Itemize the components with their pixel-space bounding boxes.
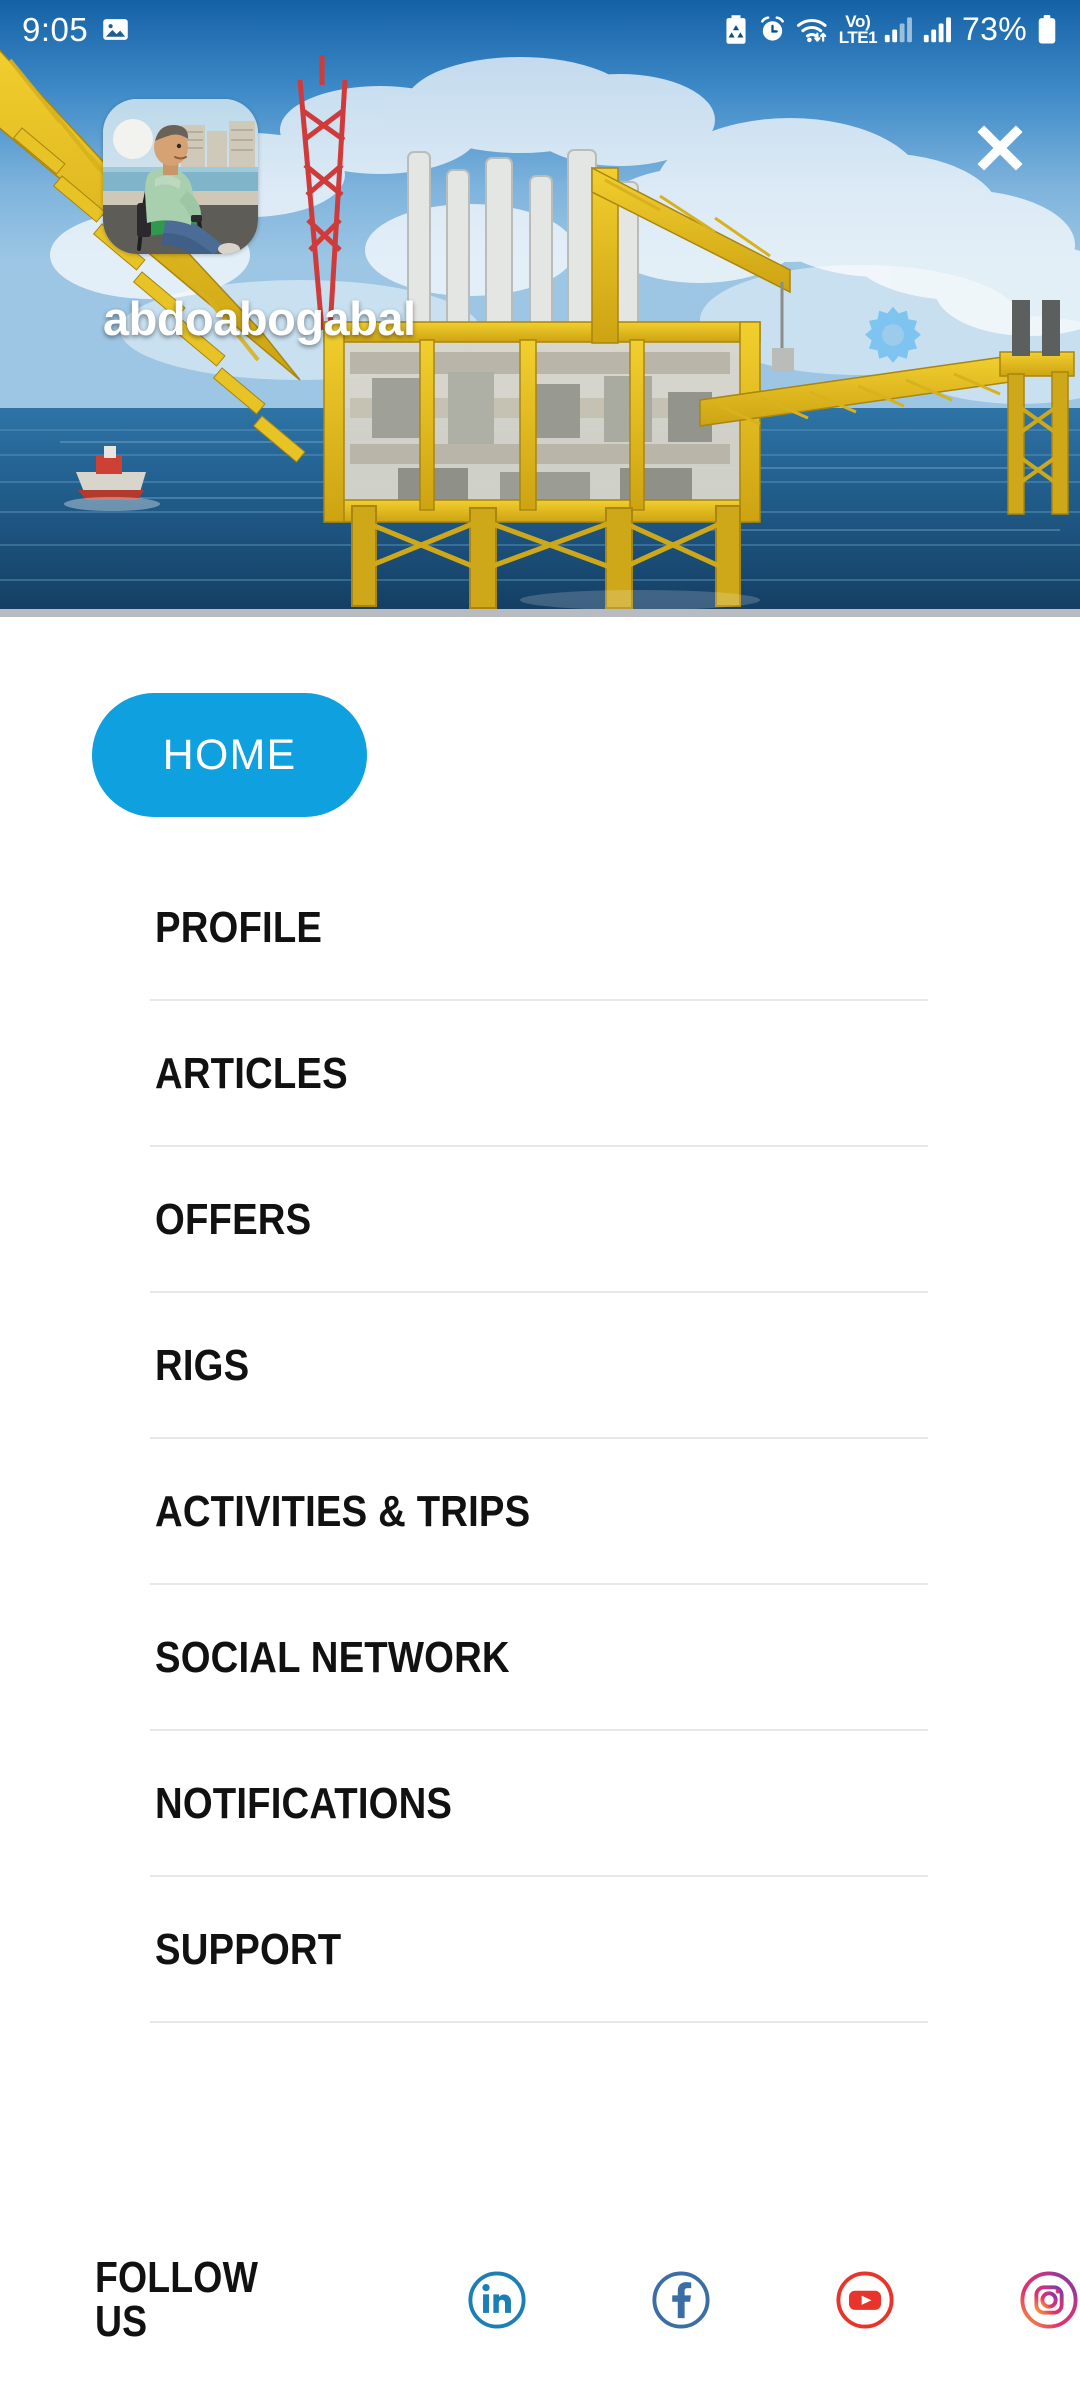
volte-top-label: Vo): [845, 11, 871, 31]
battery-saver-icon: [726, 14, 746, 44]
social-links: [466, 2269, 1080, 2331]
menu-item-home[interactable]: HOME: [92, 693, 367, 817]
menu-item-rigs-label: RIGS: [155, 1341, 250, 1390]
menu-item-profile[interactable]: PROFILE: [0, 855, 1080, 1001]
gallery-icon: [103, 18, 129, 40]
close-button[interactable]: [962, 110, 1038, 186]
hero-divider: [0, 609, 1080, 617]
menu-item-offers-label: OFFERS: [155, 1195, 312, 1244]
settings-button[interactable]: [858, 300, 928, 370]
volte-indicator: Vo) LTE1: [838, 11, 878, 47]
wifi-icon: [796, 18, 827, 42]
menu-item-home-label: HOME: [162, 730, 297, 779]
linkedin-link[interactable]: [466, 2269, 528, 2331]
menu-list: PROFILE ARTICLES OFFERS RIGS ACTIVITIES …: [0, 855, 1080, 2023]
username-label: abdoabogabal: [103, 292, 416, 345]
facebook-icon: [652, 2271, 710, 2329]
menu-item-notifications-label: NOTIFICATIONS: [155, 1779, 453, 1828]
gear-icon: [865, 306, 921, 363]
menu-item-rigs[interactable]: RIGS: [0, 1293, 1080, 1439]
menu-item-articles[interactable]: ARTICLES: [0, 1001, 1080, 1147]
menu-item-social-network[interactable]: SOCIAL NETWORK: [0, 1585, 1080, 1731]
youtube-link[interactable]: [834, 2269, 896, 2331]
instagram-icon: [1020, 2271, 1078, 2329]
battery-icon: [1038, 14, 1056, 43]
status-bar-left: 9:05: [22, 13, 131, 46]
status-bar: 9:05 Vo) LTE1 73%: [0, 0, 1080, 58]
menu-item-support[interactable]: SUPPORT: [0, 1877, 1080, 2023]
menu-item-activities-trips[interactable]: ACTIVITIES & TRIPS: [0, 1439, 1080, 1585]
avatar-photo: [103, 99, 258, 254]
close-icon: [977, 125, 1023, 171]
menu-item-articles-label: ARTICLES: [155, 1049, 348, 1098]
signal-bars-sim1-icon: [884, 16, 913, 42]
avatar[interactable]: [103, 99, 258, 254]
menu-item-social-network-label: SOCIAL NETWORK: [155, 1633, 510, 1682]
signal-bars-sim2-icon: [923, 16, 952, 42]
youtube-icon: [836, 2271, 894, 2329]
volte-bottom-label: LTE1: [838, 27, 878, 47]
follow-us-label: FOLLOW US: [95, 2253, 259, 2346]
menu-divider: [150, 2021, 928, 2023]
menu-item-notifications[interactable]: NOTIFICATIONS: [0, 1731, 1080, 1877]
alarm-icon: [760, 15, 784, 41]
status-time: 9:05: [22, 10, 89, 48]
footer: FOLLOW US: [0, 2245, 1080, 2355]
facebook-link[interactable]: [650, 2269, 712, 2331]
instagram-link[interactable]: [1018, 2269, 1080, 2331]
menu-item-offers[interactable]: OFFERS: [0, 1147, 1080, 1293]
linkedin-icon: [468, 2271, 526, 2329]
menu-item-profile-label: PROFILE: [155, 903, 323, 952]
status-bar-right: Vo) LTE1 73%: [723, 11, 1058, 48]
battery-percent: 73%: [962, 10, 1027, 47]
menu-item-activities-trips-label: ACTIVITIES & TRIPS: [155, 1487, 531, 1536]
app-root: 9:05 Vo) LTE1 73% abdoabogabal HOME PROF…: [0, 0, 1080, 2400]
menu-item-support-label: SUPPORT: [155, 1925, 342, 1974]
